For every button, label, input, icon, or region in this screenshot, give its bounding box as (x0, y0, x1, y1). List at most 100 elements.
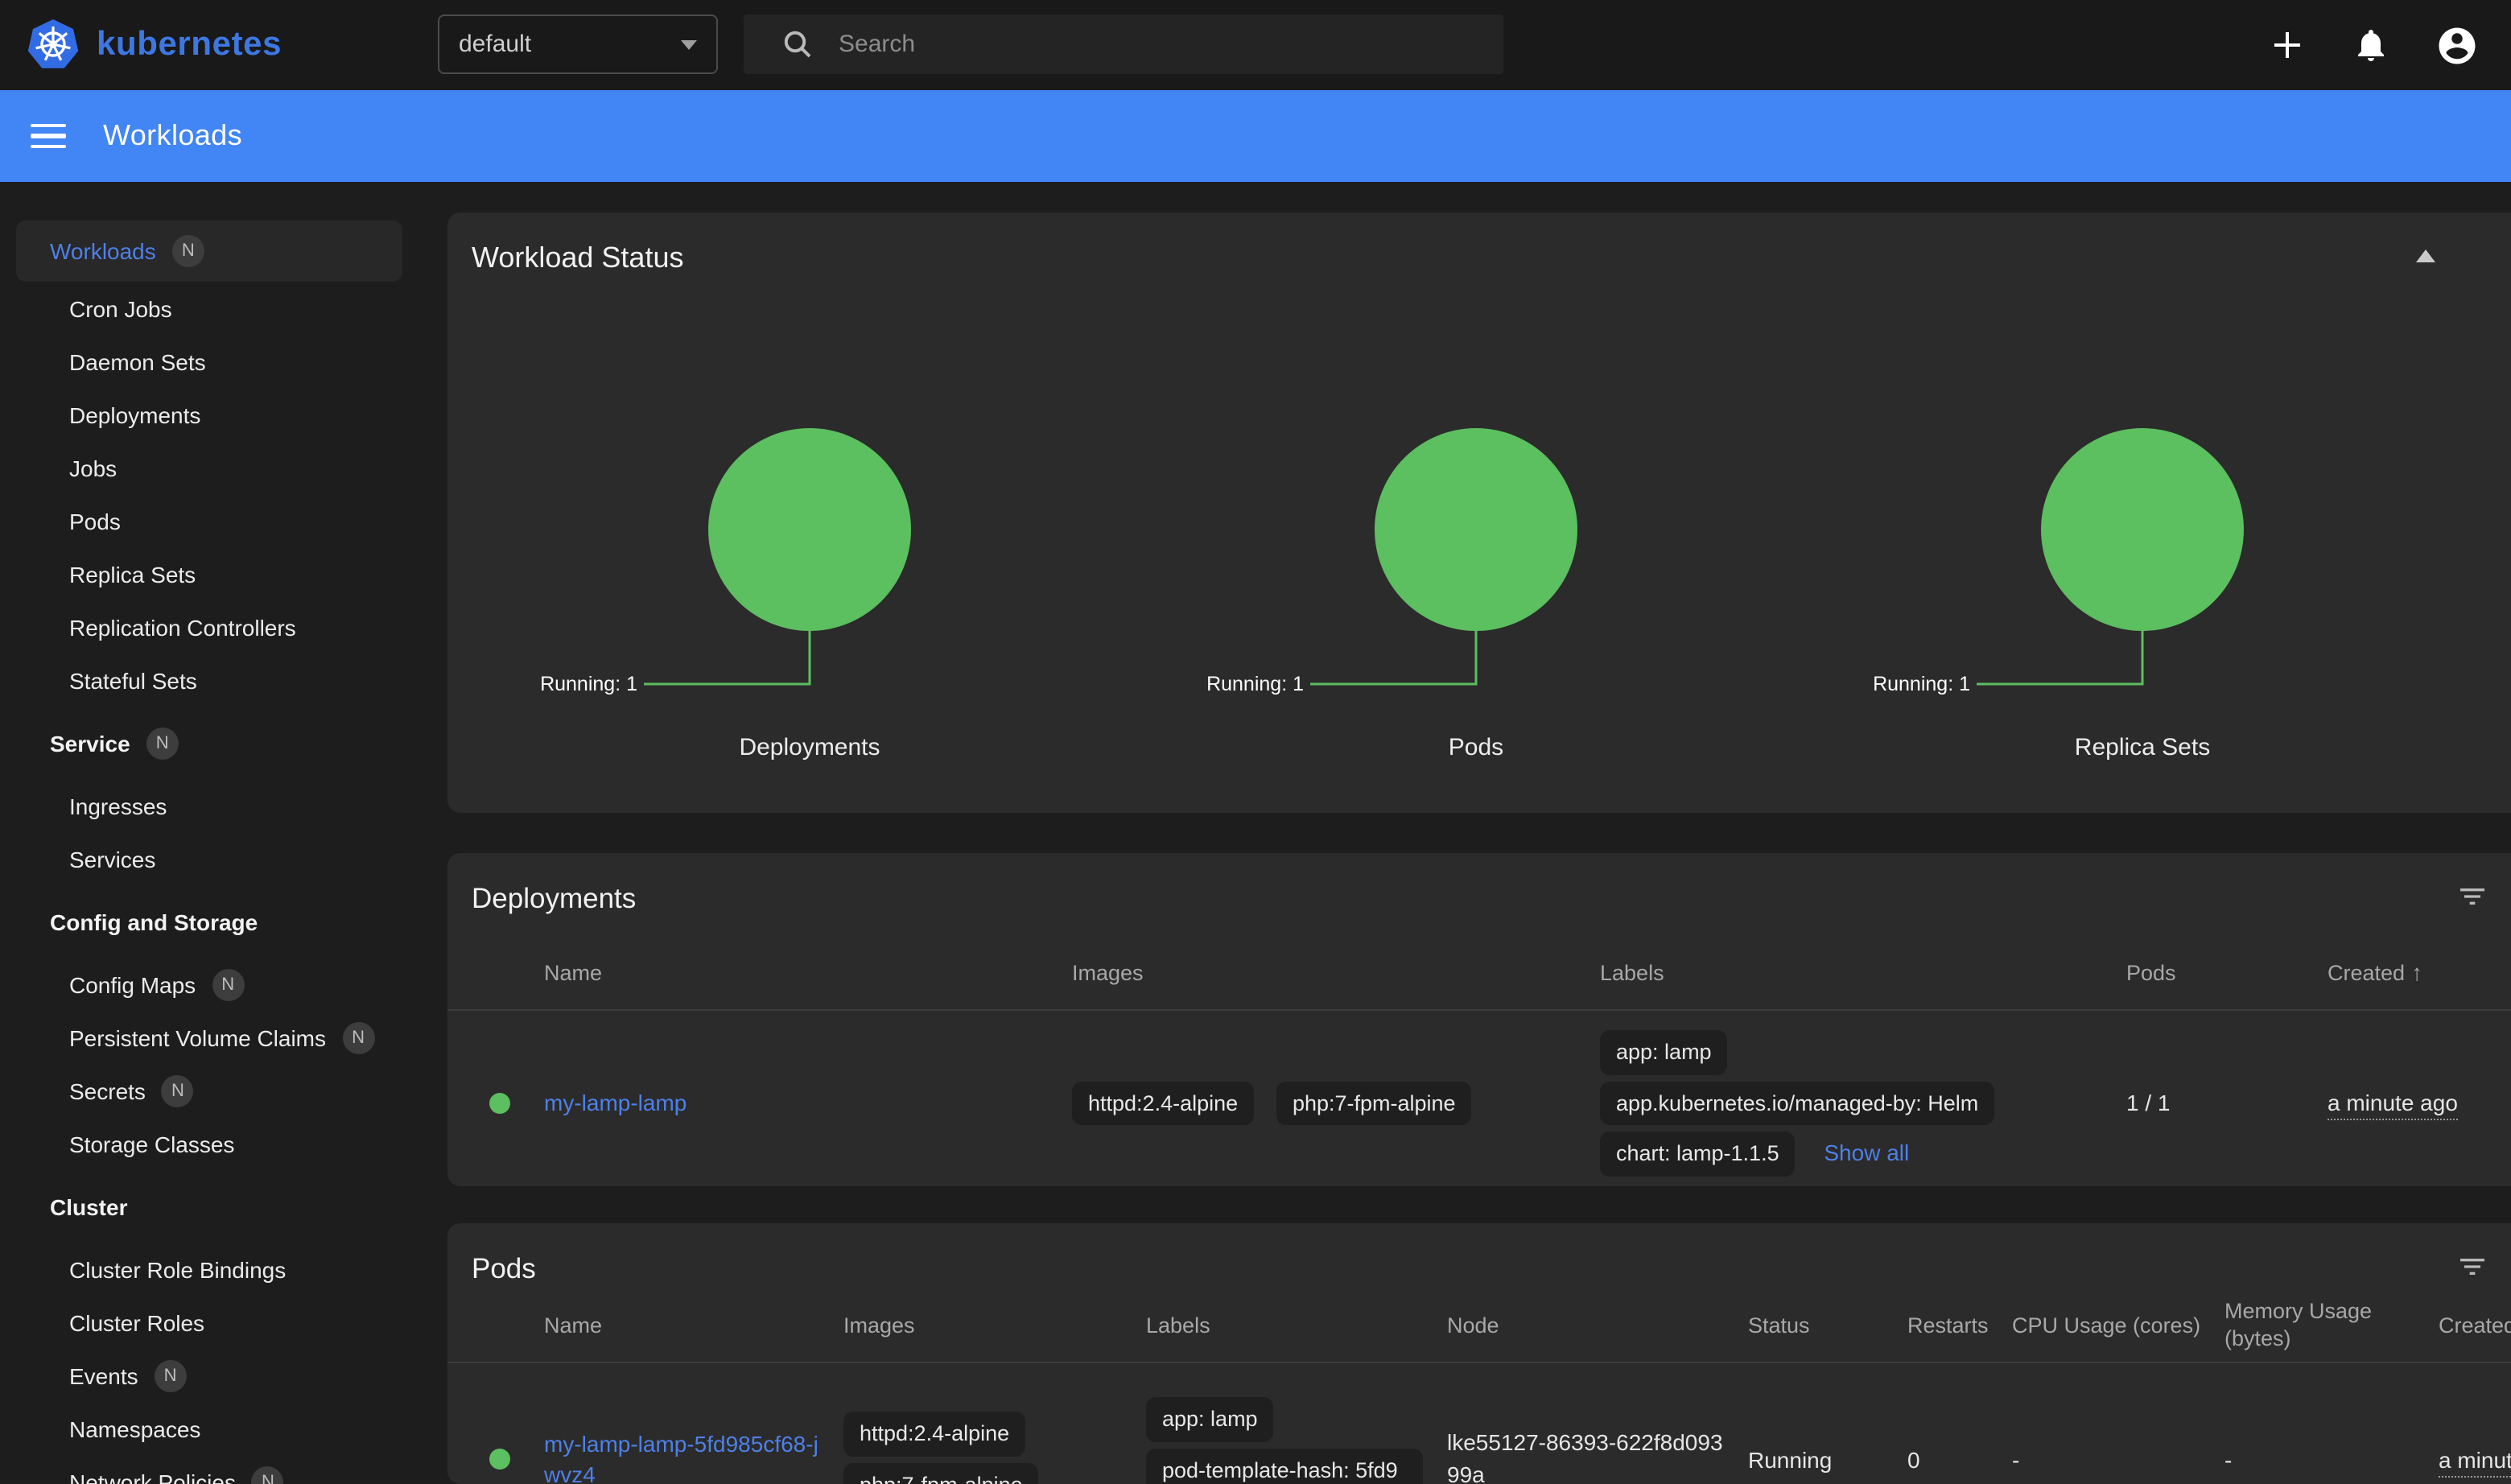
search-icon (782, 29, 813, 60)
workload-status-charts: Running: 1 Deployments Running: 1 Pods (476, 406, 2476, 761)
column-header-created[interactable]: Created↑ (2439, 1288, 2511, 1362)
sidebar-item-replica-sets[interactable]: Replica Sets (0, 547, 418, 600)
column-header-status[interactable]: Status (1748, 1288, 1907, 1362)
namespaced-badge: N (342, 1021, 374, 1053)
image-chip: httpd:2.4-alpine (1072, 1081, 1254, 1125)
pods-card: Pods Name Images Labels Node Status (447, 1223, 2511, 1484)
pods-title: Pods (472, 1249, 2511, 1288)
column-header-name[interactable]: Name (544, 937, 1072, 1010)
chevron-down-icon (681, 39, 697, 49)
column-header-restarts[interactable]: Restarts (1907, 1288, 2012, 1362)
column-header-pods[interactable]: Pods (2126, 937, 2328, 1010)
sidebar-item-config-maps[interactable]: Config Maps N (0, 958, 418, 1011)
column-header-memory[interactable]: Memory Usage (bytes) (2224, 1288, 2439, 1362)
column-header-images[interactable]: Images (1072, 937, 1600, 1010)
status-ok-icon (489, 1449, 510, 1470)
label-chip: chart: lamp-1.1.5 (1600, 1132, 1796, 1176)
namespaced-badge: N (252, 1465, 284, 1484)
pod-name-link[interactable]: my-lamp-lamp-5fd985cf68-jwvz4 (544, 1429, 827, 1484)
deployments-title: Deployments (472, 879, 2511, 917)
deployment-name-link[interactable]: my-lamp-lamp (544, 1090, 687, 1116)
column-header-cpu[interactable]: CPU Usage (cores) (2012, 1288, 2224, 1362)
pie-slice-running (708, 428, 911, 631)
pie-callout-line (644, 631, 810, 684)
pie-slice-running (2041, 428, 2244, 631)
notifications-button[interactable] (2352, 26, 2390, 64)
pie-callout-line (1977, 631, 2142, 684)
kubernetes-dashboard: kubernetes default (0, 0, 2511, 1484)
search-input[interactable] (839, 31, 1386, 58)
namespaced-badge: N (155, 1359, 187, 1391)
sidebar-section-cluster: Cluster (0, 1180, 418, 1233)
pie-callout-line (1310, 631, 1476, 684)
sidebar-item-services[interactable]: Services (0, 832, 418, 885)
column-header-name[interactable]: Name (544, 1288, 843, 1362)
kubernetes-logo[interactable]: kubernetes (26, 18, 282, 72)
sidebar-item-cron-jobs[interactable]: Cron Jobs (0, 282, 418, 335)
pie-callout-label: Running: 1 (1206, 673, 1304, 695)
column-header-images[interactable]: Images (843, 1288, 1146, 1362)
column-header-created[interactable]: Created↑ (2328, 937, 2511, 1010)
label-chip: app: lamp (1146, 1398, 1274, 1442)
sidebar-item-secrets[interactable]: Secrets N (0, 1064, 418, 1117)
pie-slice-running (1375, 428, 1577, 631)
sidebar-item-label: Workloads (50, 238, 156, 264)
node-cell: lke55127-86393-622f8d09399a (1447, 1428, 1724, 1484)
sidebar-item-deployments[interactable]: Deployments (0, 388, 418, 441)
kubernetes-wheel-icon (26, 18, 80, 72)
sidebar-item-pods[interactable]: Pods (0, 494, 418, 547)
namespace-selector[interactable]: default (438, 14, 718, 74)
created-cell: a minute ago (2439, 1447, 2511, 1478)
filter-icon[interactable] (2456, 1251, 2488, 1288)
top-bar: kubernetes default (0, 0, 2511, 90)
sidebar-item-jobs[interactable]: Jobs (0, 441, 418, 494)
menu-icon[interactable] (31, 117, 66, 155)
bell-icon (2352, 26, 2390, 64)
app-bar: Workloads (0, 90, 2511, 182)
sidebar-item-namespaces[interactable]: Namespaces (0, 1402, 418, 1455)
pie-callout-label: Running: 1 (1873, 673, 1970, 695)
deployments-table: Name Images Labels Pods Created↑ my-lamp… (447, 937, 2511, 1186)
memory-usage-cell: - (2224, 1362, 2439, 1484)
column-header-labels[interactable]: Labels (1600, 937, 2126, 1010)
pie-chart-deployments: Running: 1 Deployments (476, 406, 1143, 761)
pie-chart-replica-sets: Running: 1 Replica Sets (1809, 406, 2476, 761)
brand-wordmark: kubernetes (97, 26, 282, 64)
sidebar-item-replication-controllers[interactable]: Replication Controllers (0, 600, 418, 653)
sidebar-item-storage-classes[interactable]: Storage Classes (0, 1117, 418, 1170)
status-cell: Running (1748, 1362, 1907, 1484)
table-header-row: Name Images Labels Node Status Restarts … (447, 1288, 2511, 1362)
created-cell: a minute ago (2328, 1090, 2458, 1121)
sidebar-item-stateful-sets[interactable]: Stateful Sets (0, 653, 418, 707)
sidebar-item-daemon-sets[interactable]: Daemon Sets (0, 335, 418, 388)
collapse-icon[interactable] (2416, 248, 2437, 262)
namespaced-badge: N (162, 1074, 194, 1107)
user-account-button[interactable] (2435, 23, 2479, 67)
filter-icon[interactable] (2456, 880, 2488, 917)
sidebar-nav: Workloads N Cron Jobs Daemon Sets Deploy… (0, 182, 418, 1484)
show-all-link[interactable]: Show all (1824, 1140, 1909, 1165)
namespaced-badge: N (172, 235, 204, 267)
sidebar-item-events[interactable]: Events N (0, 1349, 418, 1402)
sidebar-item-ingresses[interactable]: Ingresses (0, 779, 418, 832)
create-resource-button[interactable] (2268, 26, 2307, 64)
column-header-node[interactable]: Node (1447, 1288, 1748, 1362)
deployments-card: Deployments Name Images Labels Pods Crea… (447, 853, 2511, 1186)
sidebar-item-workloads[interactable]: Workloads N (16, 221, 402, 282)
label-chip: app.kubernetes.io/managed-by: Helm (1600, 1081, 1994, 1125)
pods-table: Name Images Labels Node Status Restarts … (447, 1288, 2511, 1484)
sidebar-item-persistent-volume-claims[interactable]: Persistent Volume Claims N (0, 1011, 418, 1064)
avatar-icon (2435, 23, 2479, 67)
sidebar-item-network-policies[interactable]: Network Policies N (0, 1455, 418, 1484)
pie-callout-label: Running: 1 (540, 673, 637, 695)
sidebar-item-cluster-role-bindings[interactable]: Cluster Role Bindings (0, 1243, 418, 1296)
workload-status-card: Workload Status Running: 1 Deployments (447, 212, 2511, 813)
label-chip: pod-template-hash: 5fd985cf68 (1146, 1449, 1423, 1484)
plus-icon (2268, 26, 2307, 64)
restarts-cell: 0 (1907, 1362, 2012, 1484)
pod-row: my-lamp-lamp-5fd985cf68-jwvz4 httpd:2.4-… (447, 1362, 2511, 1484)
column-header-labels[interactable]: Labels (1146, 1288, 1447, 1362)
image-chip: httpd:2.4-alpine (843, 1412, 1025, 1456)
sidebar-item-cluster-roles[interactable]: Cluster Roles (0, 1296, 418, 1349)
chart-title: Deployments (476, 734, 1143, 761)
